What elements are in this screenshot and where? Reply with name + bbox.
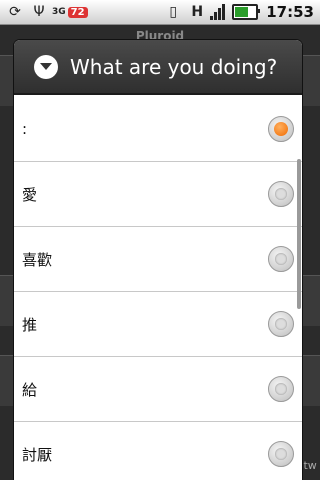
network-3g-icon: 3G: [52, 6, 66, 17]
usb-icon: Ψ: [33, 4, 45, 20]
radio-button[interactable]: [268, 311, 294, 337]
radio-button[interactable]: [268, 116, 294, 142]
choice-dialog: What are you doing? : 愛 喜歡 推 給 討厭: [14, 40, 302, 480]
signal-icon: [210, 4, 226, 20]
radio-button[interactable]: [268, 181, 294, 207]
radio-button[interactable]: [268, 246, 294, 272]
battery-icon: [232, 4, 261, 20]
vibrate-icon: ▯: [169, 4, 178, 20]
option-label: 給: [22, 380, 38, 399]
option-label: 討厭: [22, 445, 53, 464]
radio-button[interactable]: [268, 441, 294, 467]
option-label: 推: [22, 315, 38, 334]
sync-icon: ⟳: [9, 4, 21, 20]
option-label: 喜歡: [22, 250, 53, 269]
status-time: 17:53: [266, 3, 314, 21]
status-bar: ⟳ Ψ 3G 72 ▯ H 17:53: [0, 0, 320, 25]
dialog-title: What are you doing?: [70, 54, 278, 79]
list-item[interactable]: 喜歡: [14, 227, 302, 292]
option-label: :: [22, 120, 28, 138]
dialog-header: What are you doing?: [14, 40, 302, 95]
list-item[interactable]: 討厭: [14, 422, 302, 480]
notification-badge-icon: 72: [67, 6, 88, 18]
options-list[interactable]: : 愛 喜歡 推 給 討厭: [14, 97, 302, 480]
dropdown-arrow-icon: [34, 54, 58, 79]
scrollbar[interactable]: [297, 159, 301, 309]
list-item[interactable]: 推: [14, 292, 302, 357]
list-item[interactable]: :: [14, 97, 302, 162]
hsdpa-icon: H: [191, 4, 204, 20]
radio-button[interactable]: [268, 376, 294, 402]
list-item[interactable]: 愛: [14, 162, 302, 227]
option-label: 愛: [22, 185, 38, 204]
list-item[interactable]: 給: [14, 357, 302, 422]
